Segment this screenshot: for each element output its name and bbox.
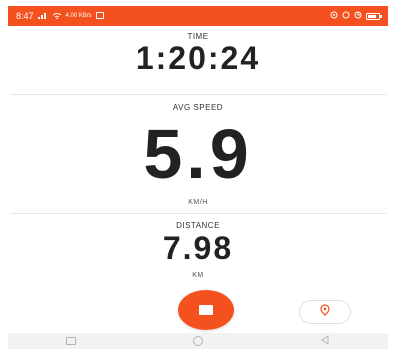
- avg-speed-value: 5.9: [143, 115, 253, 193]
- notification-icon: [95, 11, 104, 21]
- status-bar-right: [330, 11, 382, 21]
- back-icon[interactable]: [320, 332, 330, 350]
- avg-speed-unit: KM/H: [188, 199, 208, 206]
- clock: 8:47: [16, 11, 34, 21]
- home-icon[interactable]: [192, 336, 203, 346]
- battery-icon: [366, 12, 382, 20]
- location-pin-icon: [319, 303, 331, 321]
- data-speed-icon: 4.00 KB/s: [65, 13, 92, 19]
- divider-time: [10, 94, 386, 95]
- distance-value: 7.98: [162, 230, 234, 266]
- recent-apps-icon[interactable]: [66, 337, 77, 345]
- status-bar-left: 8:47 4.00 KB/s: [16, 11, 104, 21]
- time-value: 1:20:24: [135, 40, 261, 76]
- stop-icon: [199, 305, 213, 315]
- signal-icon: [37, 12, 48, 21]
- distance-label: DISTANCE: [176, 221, 220, 230]
- wifi-icon: [52, 12, 62, 21]
- status-bar: 8:47 4.00 KB/s: [8, 6, 388, 26]
- alarm-icon: [342, 11, 350, 21]
- location-pin-button[interactable]: [299, 300, 351, 324]
- divider-speed: [10, 213, 386, 214]
- distance-unit: KM: [192, 272, 204, 279]
- navigation-bar: [8, 333, 388, 349]
- stop-button[interactable]: [178, 290, 234, 330]
- sync-icon: [354, 11, 362, 21]
- location-icon: [330, 11, 338, 21]
- avg-speed-label: AVG SPEED: [172, 103, 224, 112]
